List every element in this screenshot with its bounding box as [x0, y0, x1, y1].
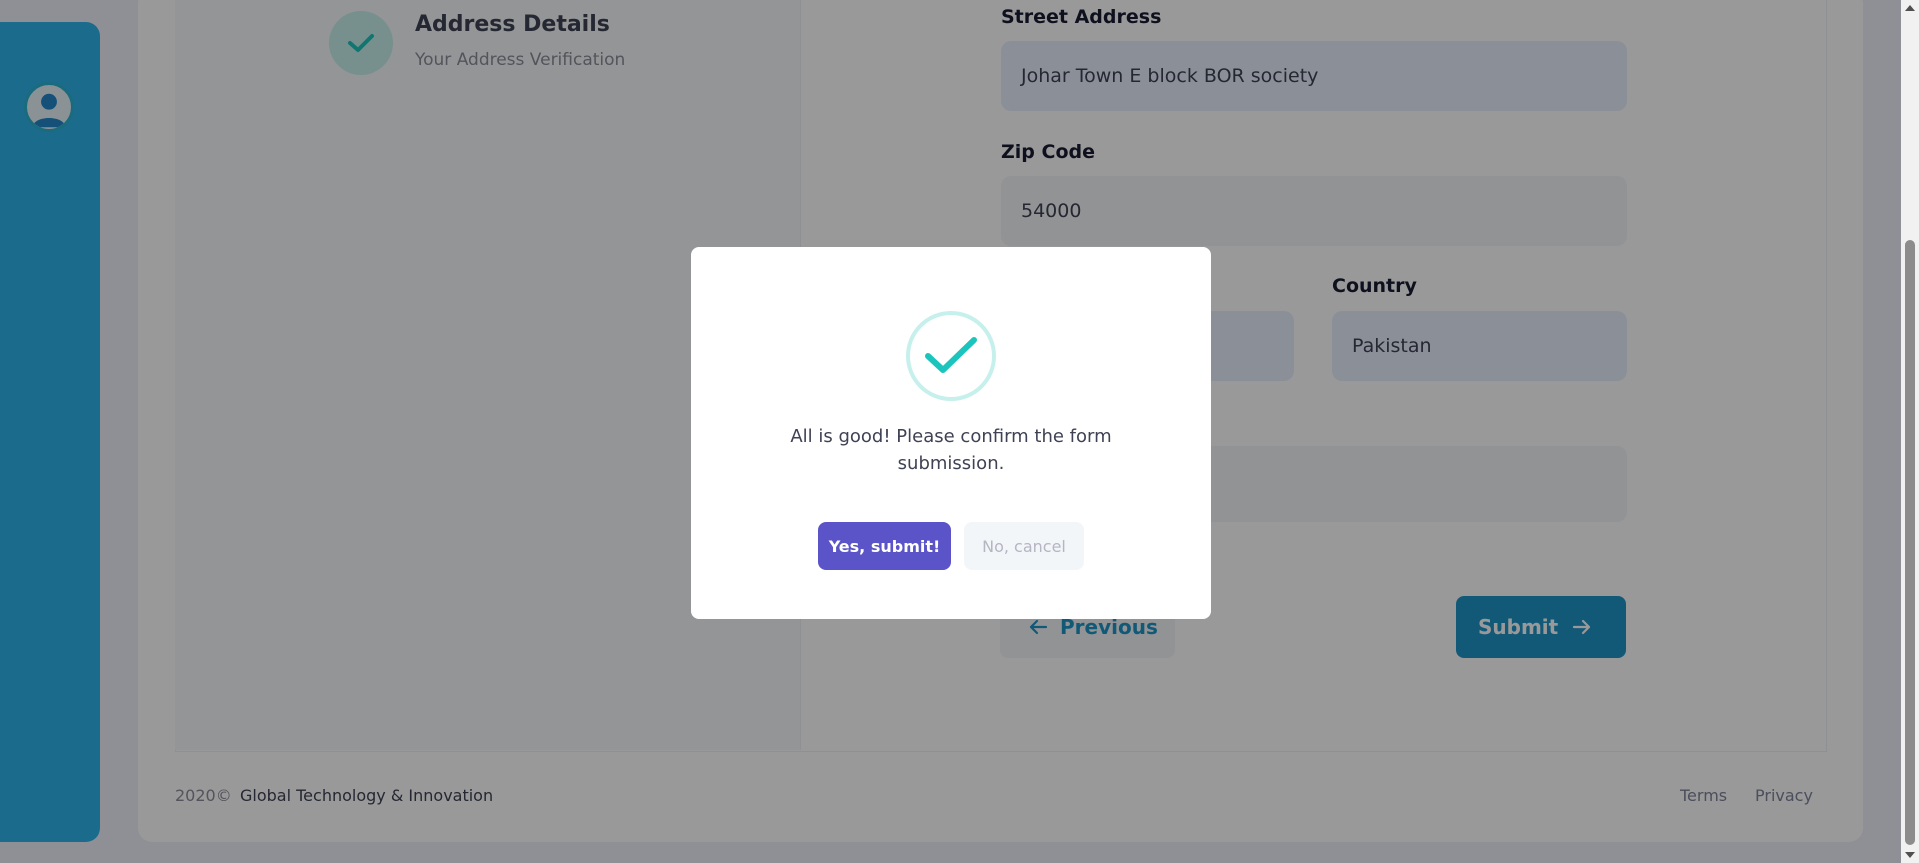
check-icon	[925, 337, 977, 373]
success-icon	[906, 311, 996, 401]
confirm-submit-button[interactable]: Yes, submit!	[818, 522, 951, 570]
scrollbar[interactable]	[1901, 0, 1919, 863]
confirm-dialog: All is good! Please confirm the form sub…	[691, 247, 1211, 619]
scroll-up-icon[interactable]	[1901, 0, 1919, 16]
cancel-button[interactable]: No, cancel	[964, 522, 1084, 570]
scroll-down-icon[interactable]	[1901, 847, 1919, 863]
dialog-message: All is good! Please confirm the form sub…	[790, 426, 1112, 474]
scrollbar-thumb[interactable]	[1905, 240, 1915, 845]
